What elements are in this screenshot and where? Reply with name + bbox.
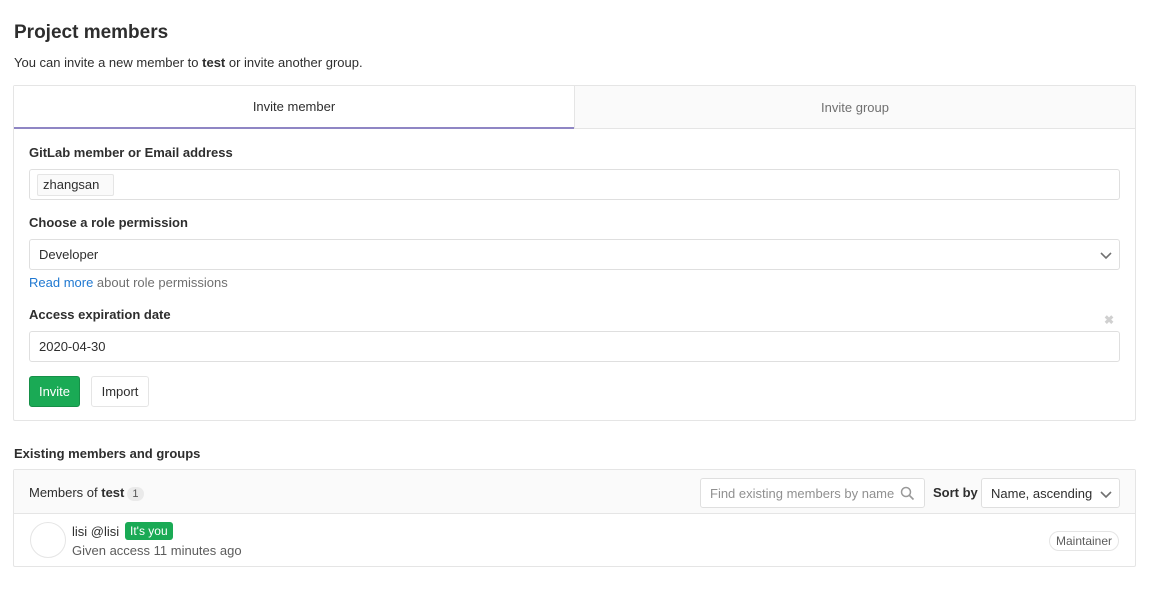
read-more-link[interactable]: Read more <box>29 275 93 290</box>
member-search-input[interactable]: Find existing members by name <box>700 478 925 508</box>
members-project-name: test <box>101 485 125 500</box>
page-subtitle: You can invite a new member to test or i… <box>14 55 363 70</box>
member-token[interactable]: zhangsan <box>37 173 115 196</box>
project-name: test <box>202 55 226 70</box>
members-panel: Members of test 1 Find existing members b… <box>13 469 1136 567</box>
sort-select[interactable]: Name, ascending <box>981 478 1120 508</box>
members-of-prefix: Members of <box>29 485 102 500</box>
chevron-down-icon <box>1100 491 1112 499</box>
invite-panel: Invite member Invite group GitLab member… <box>13 85 1136 421</box>
invite-tabs: Invite member Invite group <box>14 86 1135 129</box>
member-input[interactable]: zhangsan <box>29 169 1120 200</box>
subtitle-suffix: or invite another group. <box>225 55 363 70</box>
members-header: Members of test 1 Find existing members b… <box>14 470 1135 514</box>
role-select-value: Developer <box>39 247 99 262</box>
role-help: Read more about role permissions <box>29 275 228 290</box>
tab-invite-member[interactable]: Invite member <box>14 86 574 129</box>
role-select[interactable]: Developer <box>29 239 1120 270</box>
role-badge: Maintainer <box>1049 531 1120 551</box>
member-search-placeholder: Find existing members by name <box>710 485 895 501</box>
existing-members-title: Existing members and groups <box>14 446 201 461</box>
search-icon[interactable] <box>900 486 915 501</box>
avatar[interactable] <box>30 522 66 558</box>
invite-button[interactable]: Invite <box>29 376 80 407</box>
sort-label: Sort by <box>933 485 978 500</box>
role-help-text: about role permissions <box>93 275 228 290</box>
member-field-label: GitLab member or Email address <box>29 145 233 160</box>
subtitle-prefix: You can invite a new member to <box>14 55 203 70</box>
expiry-field-label: Access expiration date <box>29 307 171 322</box>
expiry-date-input[interactable]: 2020-04-30 <box>29 331 1120 362</box>
sort-select-value: Name, ascending <box>991 485 1093 501</box>
expiry-date-value: 2020-04-30 <box>39 339 106 354</box>
tab-invite-group[interactable]: Invite group <box>574 86 1135 128</box>
role-field-label: Choose a role permission <box>29 215 188 230</box>
its-you-badge: It's you <box>125 522 173 540</box>
page-title: Project members <box>14 22 169 43</box>
member-name[interactable]: lisi @lisi <box>72 524 119 539</box>
import-button[interactable]: Import <box>91 376 149 407</box>
member-access-time: Given access 11 minutes ago <box>72 543 242 558</box>
members-of-label: Members of test 1 <box>29 485 144 501</box>
chevron-down-icon <box>1100 252 1112 260</box>
close-icon[interactable]: ✖ <box>1104 313 1114 327</box>
member-count-badge: 1 <box>127 487 144 501</box>
